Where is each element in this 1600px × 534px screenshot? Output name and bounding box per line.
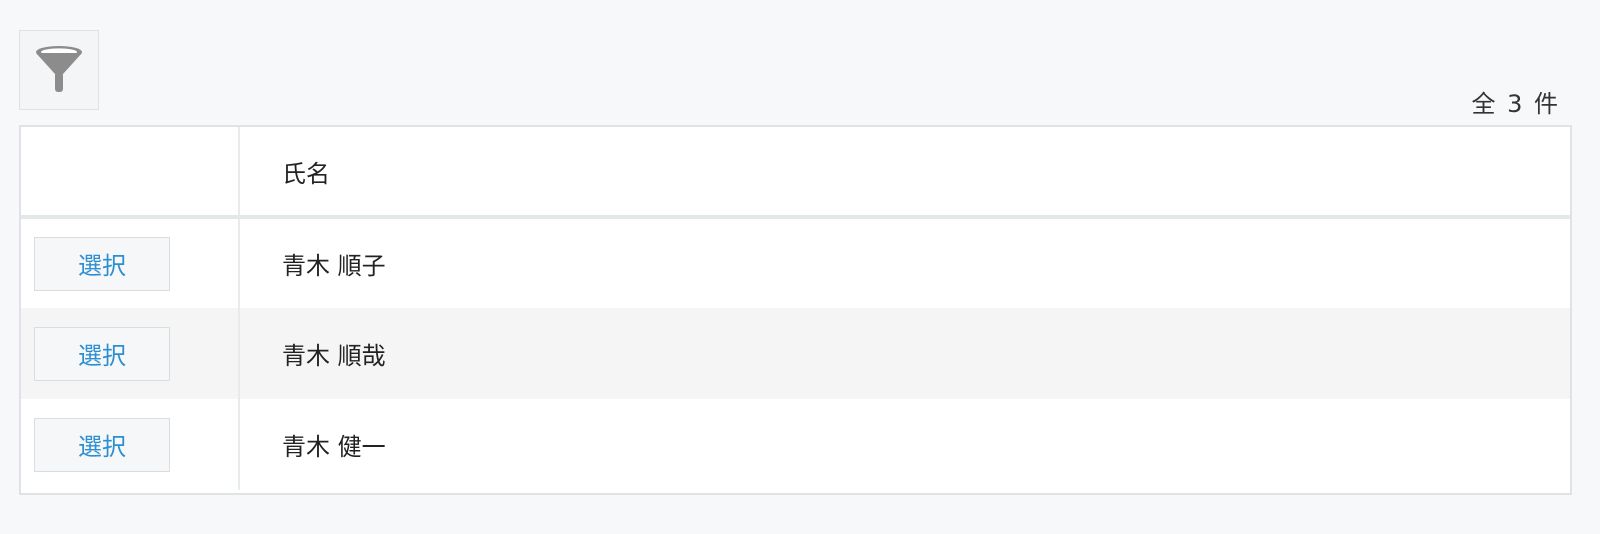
name-cell: 青木 健一 [282, 433, 386, 461]
funnel-icon [36, 46, 82, 92]
select-button[interactable]: 選択 [34, 417, 170, 472]
results-table-grid: 氏名 選択 青木 順子 選択 青木 順哉 選択 青木 健一 [21, 127, 1570, 490]
table-row: 選択 青木 順哉 [21, 308, 1570, 399]
table-row: 選択 青木 順子 [21, 217, 1570, 308]
name-cell: 青木 順子 [282, 252, 386, 280]
result-count: 全 3 件 [1471, 90, 1560, 118]
action-cell: 選択 [21, 399, 240, 490]
select-button[interactable]: 選択 [34, 326, 170, 381]
action-cell: 選択 [21, 217, 240, 308]
table-header-row: 氏名 [21, 127, 1570, 219]
name-cell: 青木 順哉 [282, 342, 386, 370]
action-cell: 選択 [21, 308, 240, 399]
select-button[interactable]: 選択 [34, 236, 170, 291]
results-table: 氏名 選択 青木 順子 選択 青木 順哉 選択 青木 健一 [19, 125, 1572, 495]
table-row: 選択 青木 健一 [21, 399, 1570, 490]
header-name-cell: 氏名 [239, 127, 1570, 219]
page: 全 3 件 氏名 選択 青木 順子 選択 青木 順哉 選択 青木 健一 [0, 0, 1600, 534]
filter-button[interactable] [19, 30, 99, 110]
header-action-cell [21, 127, 240, 219]
